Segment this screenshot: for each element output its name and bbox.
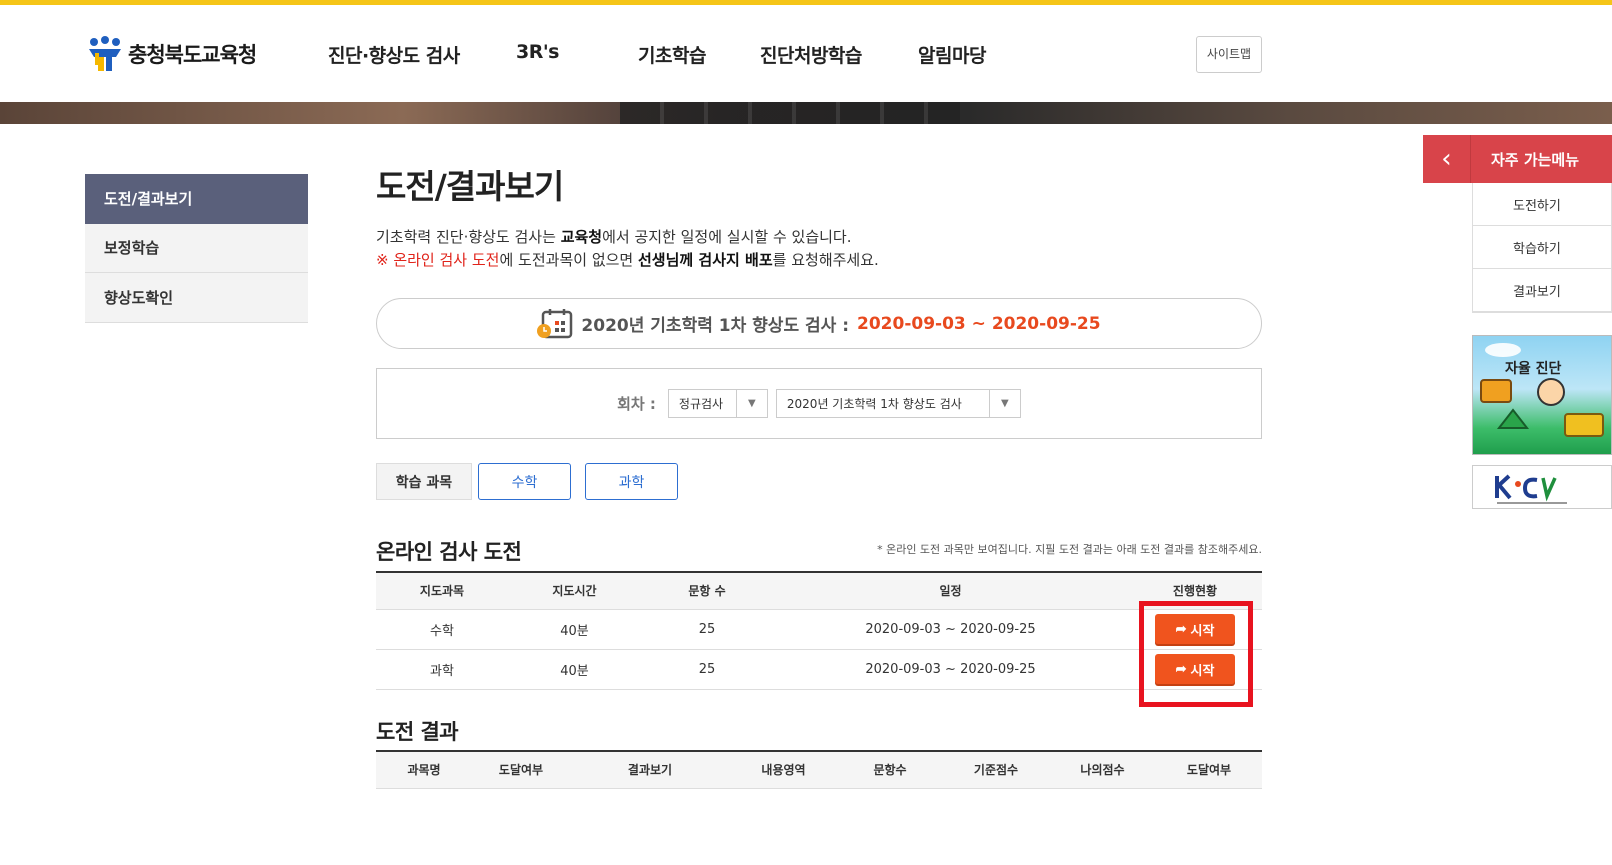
quick-menu: ‹ 자주 가는메뉴 도전하기 학습하기 결과보기 자율 진단 [1423,135,1612,509]
col-my-score: 나의점수 [1049,751,1156,789]
cell-time: 40분 [508,649,641,690]
desc-line2-bold: 선생님께 검사지 배포 [638,251,773,269]
banner-keyboard-graphic [620,102,960,124]
col-question-count: 문항수 [837,751,943,789]
highlight-box [1139,601,1253,707]
main-content: 도전/결과보기 기초학력 진단·향상도 검사는 교육청에서 공지한 일정에 실시… [376,160,1262,789]
col-content-area: 내용영역 [730,751,837,789]
round-test-select[interactable]: 2020년 기초학력 1차 향상도 검사 ▼ [775,389,1021,418]
sitemap-button[interactable]: 사이트맵 [1196,36,1262,73]
nav-diagnosis[interactable]: 진단·향상도 검사 [328,41,460,68]
online-test-table: 지도과목 지도시간 문항 수 일정 진행현황 수학 40분 25 2020-09… [376,571,1262,690]
round-test-value: 2020년 기초학력 1차 향상도 검사 [786,397,962,411]
side-menu: 도전/결과보기 보정학습 향상도확인 [85,174,308,323]
nav-3rs[interactable]: 3R's [516,41,559,63]
nav-prescription-learning[interactable]: 진단처방학습 [760,41,862,68]
quick-menu-header: ‹ 자주 가는메뉴 [1423,135,1612,183]
page-title: 도전/결과보기 [376,167,564,206]
cell-period: 2020-09-03 ~ 2020-09-25 [773,649,1128,690]
col-achieved: 도달여부 [472,751,570,789]
calendar-icon [537,308,573,339]
online-test-title: 온라인 검사 도전 [376,540,522,564]
desc-line1-pre: 기초학력 진단·향상도 검사는 [376,228,561,246]
table-row: 과학 40분 25 2020-09-03 ~ 2020-09-25 ➦ 시작 [376,649,1262,690]
side-menu-item-correction-learning[interactable]: 보정학습 [85,223,308,273]
kicl-logo-banner[interactable] [1472,465,1612,509]
site-logo[interactable]: 충청북도교육청 [86,35,257,73]
page-description: 기초학력 진단·향상도 검사는 교육청에서 공지한 일정에 실시할 수 있습니다… [376,226,1262,272]
self-diagnosis-banner[interactable]: 자율 진단 [1472,335,1612,455]
col-time: 지도시간 [508,572,641,610]
side-menu-item-challenge-results[interactable]: 도전/결과보기 [85,174,308,224]
col-standard-score: 기준점수 [943,751,1049,789]
side-menu-item-improvement-check[interactable]: 향상도확인 [85,273,308,323]
cell-subject: 과학 [376,649,508,690]
header-banner-image [0,102,1612,124]
chevron-down-icon: ▼ [988,390,1020,417]
quick-menu-list: 도전하기 학습하기 결과보기 [1472,183,1612,313]
round-type-value: 정규검사 [678,397,724,411]
subject-label: 학습 과목 [376,463,472,500]
schedule-dates: 2020-09-03 ~ 2020-09-25 [857,313,1101,334]
round-label: 회차 : [617,395,656,413]
chevron-left-icon[interactable]: ‹ [1423,135,1471,183]
round-filter: 회차 : 정규검사 ▼ 2020년 기초학력 1차 향상도 검사 ▼ [376,368,1262,439]
kicl-logo-icon [1495,474,1567,504]
col-subject: 지도과목 [376,572,508,610]
quick-item-results[interactable]: 결과보기 [1473,269,1611,312]
quick-item-challenge[interactable]: 도전하기 [1473,183,1611,226]
cell-period: 2020-09-03 ~ 2020-09-25 [773,609,1128,650]
col-period: 일정 [773,572,1128,610]
desc-line2-red: ※ 온라인 검사 도전 [376,251,500,269]
desc-line1-post: 에서 공지한 일정에 실시할 수 있습니다. [602,228,852,246]
round-type-select[interactable]: 정규검사 ▼ [667,389,768,418]
desc-line2-post: 를 요청해주세요. [772,251,879,269]
table-row: 수학 40분 25 2020-09-03 ~ 2020-09-25 ➦ 시작 [376,609,1262,650]
logo-emblem-icon [86,35,124,73]
subject-filter: 학습 과목 수학 과학 [376,463,678,500]
result-title: 도전 결과 [376,720,459,744]
nav-notice[interactable]: 알림마당 [918,41,986,68]
schedule-label: 2020년 기초학력 1차 향상도 검사 : [581,316,849,336]
table-header-row: 과목명 도달여부 결과보기 내용영역 문항수 기준점수 나의점수 도달여부 [376,751,1262,789]
logo-text: 충청북도교육청 [128,43,257,67]
banner-illustration-icon [1480,343,1604,437]
table-header-row: 지도과목 지도시간 문항 수 일정 진행현황 [376,572,1262,610]
col-achieved-2: 도달여부 [1156,751,1262,789]
subject-button-math[interactable]: 수학 [478,463,571,500]
site-header: 충청북도교육청 진단·향상도 검사 3R's 기초학습 진단처방학습 알림마당 … [0,5,1612,102]
col-view-result: 결과보기 [570,751,730,789]
subject-button-science[interactable]: 과학 [585,463,678,500]
desc-line1-bold: 교육청 [560,228,603,246]
cell-count: 25 [641,649,773,690]
online-test-note: * 온라인 도전 과목만 보여집니다. 지필 도전 결과는 아래 도전 결과를 … [877,543,1262,556]
cell-subject: 수학 [376,609,508,650]
cell-count: 25 [641,609,773,650]
cell-time: 40분 [508,609,641,650]
result-table: 과목명 도달여부 결과보기 내용영역 문항수 기준점수 나의점수 도달여부 [376,750,1262,789]
chevron-down-icon: ▼ [735,390,767,417]
nav-basic-learning[interactable]: 기초학습 [638,41,706,68]
quick-menu-title: 자주 가는메뉴 [1491,150,1580,169]
quick-item-learn[interactable]: 학습하기 [1473,226,1611,269]
desc-line2-mid: 에 도전과목이 없으면 [499,251,638,269]
col-subject-name: 과목명 [376,751,472,789]
schedule-banner: 2020년 기초학력 1차 향상도 검사 : 2020-09-03 ~ 2020… [376,298,1262,349]
col-count: 문항 수 [641,572,773,610]
